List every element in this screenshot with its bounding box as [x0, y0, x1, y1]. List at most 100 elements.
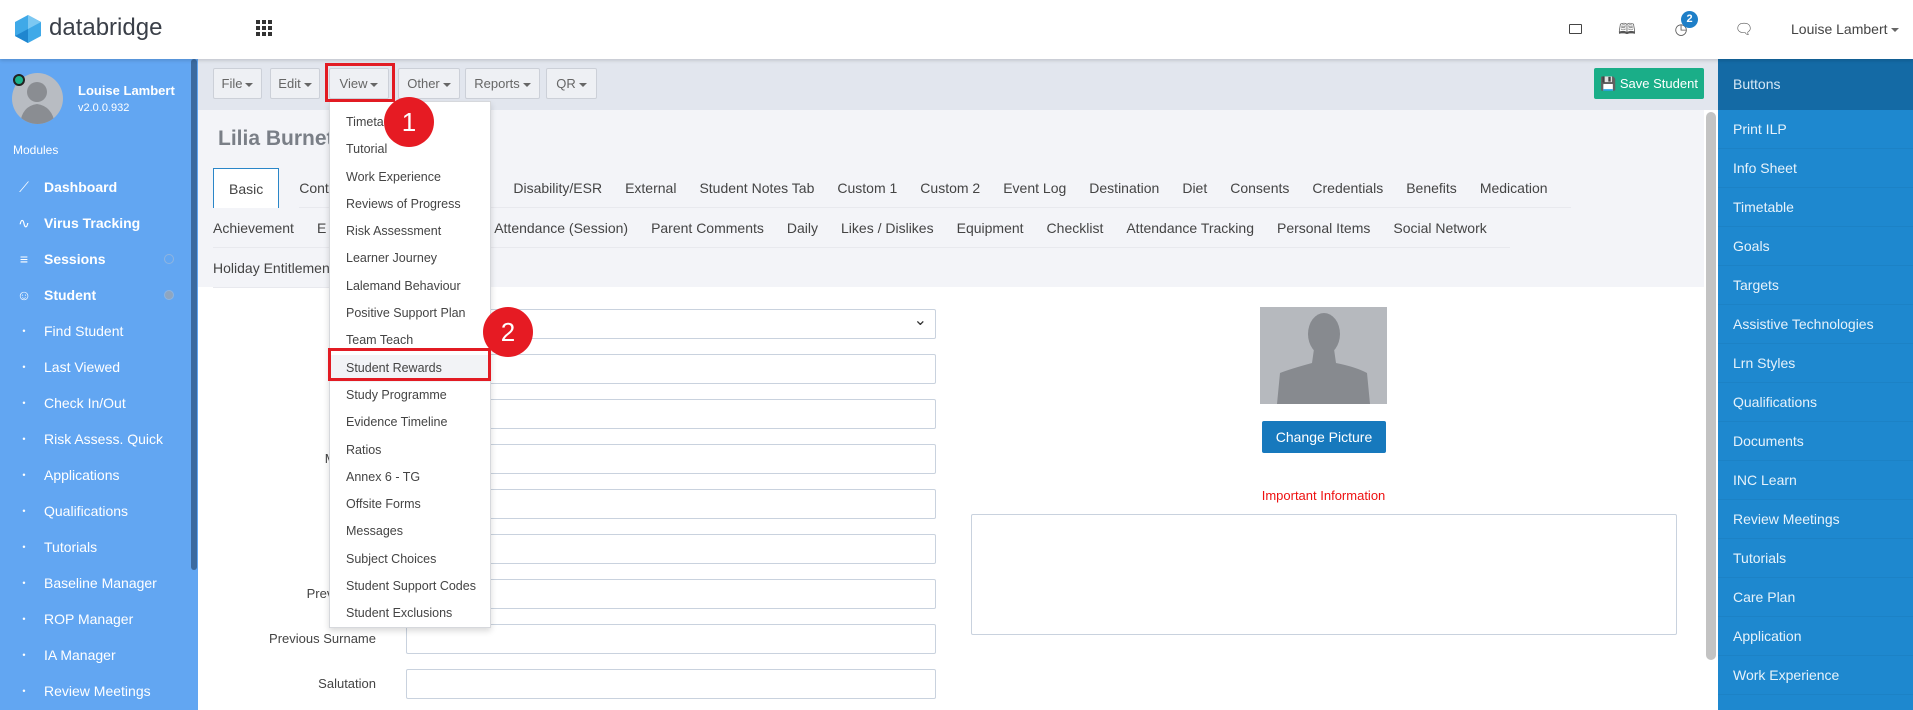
menu-item-positive-support-plan[interactable]: Positive Support Plan [330, 300, 490, 327]
bullet-icon: • [22, 614, 26, 624]
sidebar-item-check-in-out[interactable]: • Check In/Out [0, 385, 190, 421]
menu-item-reviews-of-progress[interactable]: Reviews of Progress [330, 191, 490, 218]
tab-personal-items[interactable]: Personal Items [1276, 208, 1394, 248]
sidebar-item-ia-manager[interactable]: • IA Manager [0, 637, 190, 673]
sidebar-item-applications[interactable]: • Applications [0, 457, 190, 493]
user-menu[interactable]: Louise Lambert [1791, 21, 1899, 37]
change-picture-button[interactable]: Change Picture [1262, 421, 1386, 453]
tab-likes-dislikes[interactable]: Likes / Dislikes [841, 208, 957, 248]
app-version: v2.0.0.932 [78, 102, 130, 114]
panel-button-print-ilp[interactable]: Print ILP [1718, 110, 1913, 149]
text-field[interactable] [406, 669, 936, 699]
panel-button-lrn-styles[interactable]: Lrn Styles [1718, 344, 1913, 383]
tab-daily[interactable]: Daily [786, 208, 842, 248]
sidebar-item-qualifications[interactable]: • Qualifications [0, 493, 190, 529]
online-status-icon [13, 74, 25, 86]
tab-parent-comments[interactable]: Parent Comments [651, 208, 787, 248]
save-icon: 💾 [1600, 76, 1620, 91]
tab-external[interactable]: External [625, 168, 700, 208]
sidebar-item-last-viewed[interactable]: • Last Viewed [0, 349, 190, 385]
sidebar-item-virus-tracking[interactable]: ∿ Virus Tracking [0, 205, 190, 241]
sidebar-item-label: Sessions [44, 251, 106, 267]
sidebar-item-label: Find Student [44, 323, 124, 339]
sidebar-item-tutorials[interactable]: • Tutorials [0, 529, 190, 565]
sidebar-scrollbar[interactable] [191, 59, 197, 570]
sidebar-item-sessions[interactable]: ≡ Sessions [0, 241, 190, 277]
tab-student-notes-tab[interactable]: Student Notes Tab [699, 168, 838, 208]
bullet-icon: • [22, 686, 26, 696]
tab-equipment[interactable]: Equipment [956, 208, 1047, 248]
panel-button-info-sheet[interactable]: Info Sheet [1718, 149, 1913, 188]
panel-button-review-meetings[interactable]: Review Meetings [1718, 500, 1913, 539]
edit-menu-button[interactable]: Edit [270, 68, 320, 99]
other-menu-button[interactable]: Other [398, 68, 460, 99]
tab-diet[interactable]: Diet [1182, 168, 1231, 208]
panel-button-timetable[interactable]: Timetable [1718, 188, 1913, 227]
app-name[interactable]: databridge [49, 14, 162, 42]
menu-item-lalemand-behaviour[interactable]: Lalemand Behaviour [330, 273, 490, 300]
tab-event-log[interactable]: Event Log [1003, 168, 1090, 208]
menu-item-study-programme[interactable]: Study Programme [330, 382, 490, 409]
student-name-title: Lilia Burnett [218, 127, 341, 150]
menu-item-offsite-forms[interactable]: Offsite Forms [330, 491, 490, 518]
sidebar-item-find-student[interactable]: • Find Student [0, 313, 190, 349]
sidebar-item-label: Qualifications [44, 503, 129, 519]
tab-credentials[interactable]: Credentials [1312, 168, 1407, 208]
important-information-textarea[interactable] [971, 514, 1677, 635]
sidebar-item-label: Student [44, 287, 97, 303]
text-field[interactable] [406, 624, 936, 654]
sidebar-item-rop-manager[interactable]: • ROP Manager [0, 601, 190, 637]
menu-item-student-exclusions[interactable]: Student Exclusions [330, 600, 490, 627]
tab-attendance-tracking[interactable]: Attendance Tracking [1126, 208, 1277, 248]
sidebar-item-risk-assess-quick[interactable]: • Risk Assess. Quick [0, 421, 190, 457]
book-icon[interactable]: 🕮 [1617, 20, 1637, 40]
sidebar-item-baseline-manager[interactable]: • Baseline Manager [0, 565, 190, 601]
panel-button-inc-learn[interactable]: INC Learn [1718, 461, 1913, 500]
panel-button-application[interactable]: Application [1718, 617, 1913, 656]
panel-button-assistive-technologies[interactable]: Assistive Technologies [1718, 305, 1913, 344]
tab-custom-1[interactable]: Custom 1 [837, 168, 921, 208]
chat-icon[interactable]: 🗨 [1734, 20, 1754, 40]
sidebar-item-review-meetings[interactable]: • Review Meetings [0, 673, 190, 709]
tab-achievement[interactable]: Achievement [213, 208, 317, 248]
panel-button-qualifications[interactable]: Qualifications [1718, 383, 1913, 422]
sidebar-item-label: Applications [44, 467, 120, 483]
sidebar-item-student[interactable]: ☺ Student [0, 277, 190, 313]
status-dot-icon [164, 290, 174, 300]
panel-button-targets[interactable]: Targets [1718, 266, 1913, 305]
sidebar-item-dashboard[interactable]: ⟋ Dashboard [0, 169, 190, 205]
tab-attendance-session-[interactable]: Attendance (Session) [494, 208, 652, 248]
menu-item-student-support-codes[interactable]: Student Support Codes [330, 573, 490, 600]
panel-button-care-plan[interactable]: Care Plan [1718, 578, 1913, 617]
apps-grid-icon[interactable] [256, 20, 272, 36]
tab-benefits[interactable]: Benefits [1406, 168, 1480, 208]
menu-item-ratios[interactable]: Ratios [330, 437, 490, 464]
menu-item-learner-journey[interactable]: Learner Journey [330, 245, 490, 272]
tab-social-network[interactable]: Social Network [1393, 208, 1510, 248]
annotation-highlight-view [325, 63, 395, 102]
tab-basic[interactable]: Basic [213, 168, 280, 208]
qr-menu-button[interactable]: QR [546, 68, 597, 99]
tab-custom-2[interactable]: Custom 2 [920, 168, 1004, 208]
panel-button-tutorials[interactable]: Tutorials [1718, 539, 1913, 578]
menu-item-subject-choices[interactable]: Subject Choices [330, 546, 490, 573]
tab-destination[interactable]: Destination [1089, 168, 1183, 208]
panel-button-goals[interactable]: Goals [1718, 227, 1913, 266]
save-student-button[interactable]: 💾 Save Student [1594, 68, 1704, 99]
menu-item-evidence-timeline[interactable]: Evidence Timeline [330, 409, 490, 436]
panel-button-work-experience[interactable]: Work Experience [1718, 656, 1913, 695]
reports-menu-button[interactable]: Reports [465, 68, 540, 99]
menu-item-risk-assessment[interactable]: Risk Assessment [330, 218, 490, 245]
tab-disability-esr[interactable]: Disability/ESR [513, 168, 626, 208]
tab-checklist[interactable]: Checklist [1046, 208, 1127, 248]
main-scrollbar[interactable] [1706, 112, 1716, 660]
menu-item-messages[interactable]: Messages [330, 518, 490, 545]
caret-down-icon [1890, 28, 1899, 33]
tab-consents[interactable]: Consents [1230, 168, 1313, 208]
file-menu-button[interactable]: File [213, 68, 262, 99]
tablet-icon[interactable] [1565, 20, 1585, 40]
menu-item-work-experience[interactable]: Work Experience [330, 164, 490, 191]
panel-button-documents[interactable]: Documents [1718, 422, 1913, 461]
menu-item-annex-6-tg[interactable]: Annex 6 - TG [330, 464, 490, 491]
tab-medication[interactable]: Medication [1479, 168, 1571, 208]
